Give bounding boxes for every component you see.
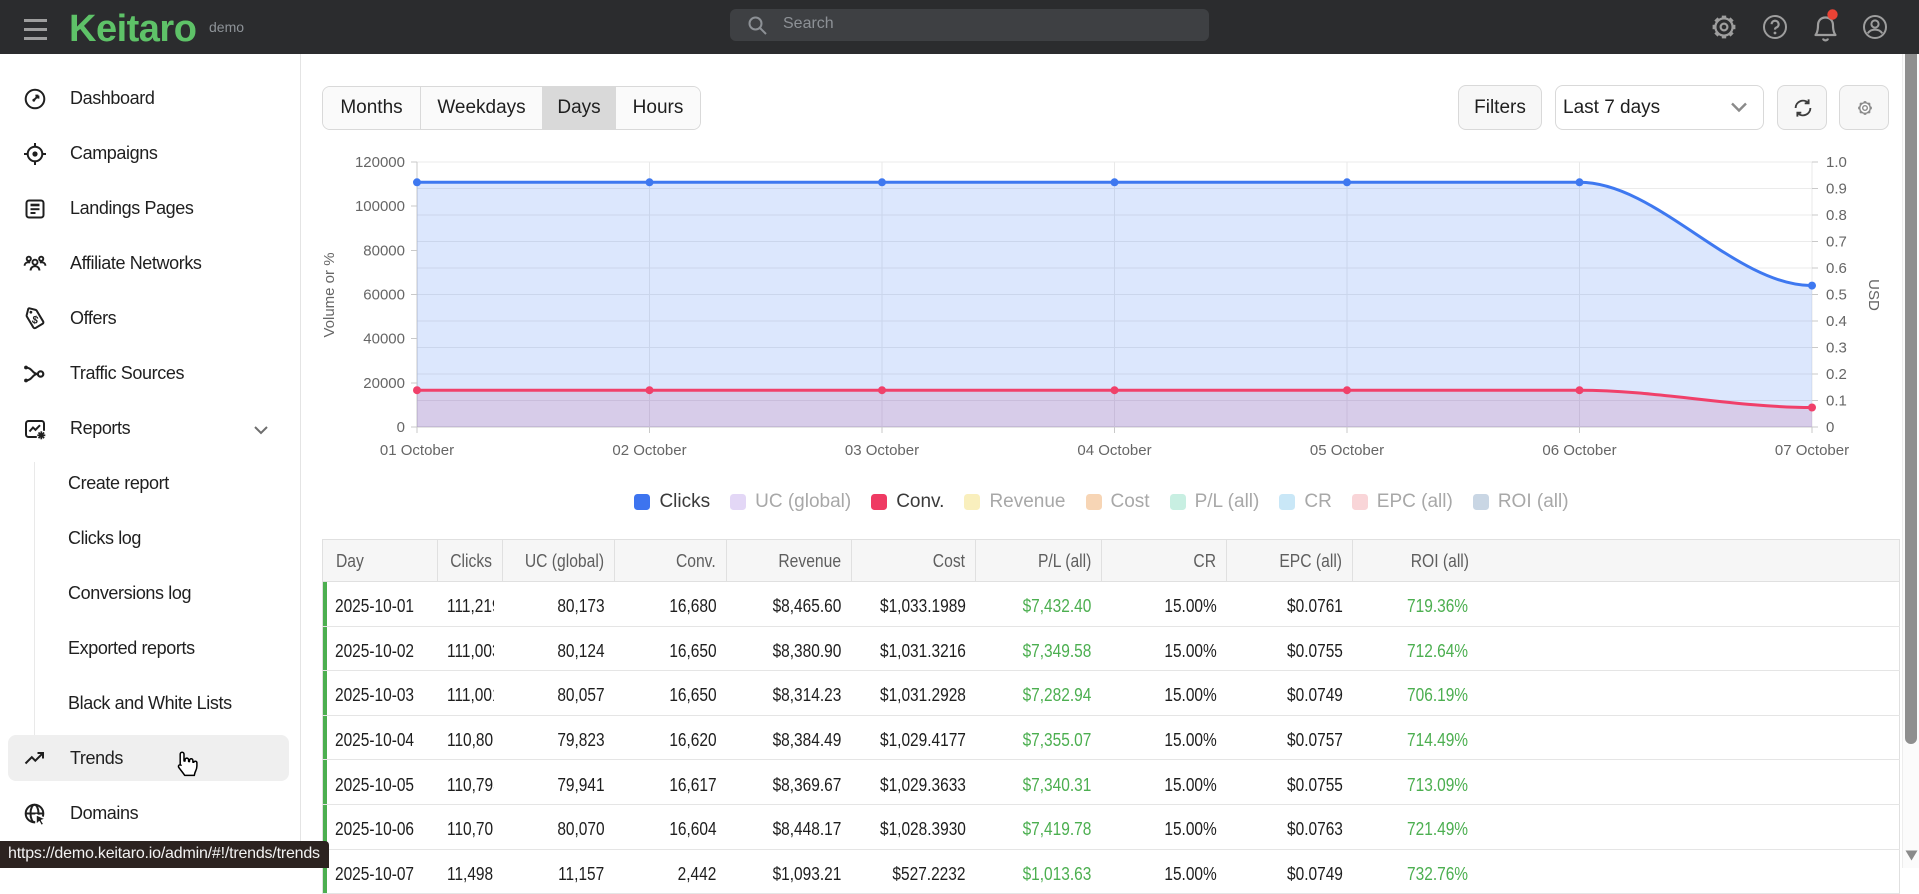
svg-text:0.6: 0.6: [1826, 260, 1847, 277]
svg-text:$: $: [30, 314, 39, 327]
svg-text:0.5: 0.5: [1826, 287, 1847, 304]
svg-text:40000: 40000: [363, 331, 405, 348]
svg-text:01 October: 01 October: [380, 442, 454, 459]
svg-text:05 October: 05 October: [1310, 442, 1384, 459]
svg-text:USD: USD: [1865, 279, 1882, 311]
svg-text:80000: 80000: [363, 242, 405, 259]
svg-text:0: 0: [397, 419, 405, 436]
svg-text:02 October: 02 October: [612, 442, 686, 459]
svg-text:0.8: 0.8: [1826, 207, 1847, 224]
svg-text:0: 0: [1826, 419, 1834, 436]
svg-text:120000: 120000: [355, 154, 405, 171]
svg-text:03 October: 03 October: [845, 442, 919, 459]
svg-text:0.3: 0.3: [1826, 340, 1847, 357]
svg-text:1.0: 1.0: [1826, 154, 1847, 171]
svg-text:100000: 100000: [355, 198, 405, 215]
svg-text:07 October: 07 October: [1775, 442, 1849, 459]
svg-text:0.9: 0.9: [1826, 181, 1847, 198]
svg-text:04 October: 04 October: [1077, 442, 1151, 459]
svg-text:20000: 20000: [363, 375, 405, 392]
svg-text:06 October: 06 October: [1542, 442, 1616, 459]
svg-text:60000: 60000: [363, 287, 405, 304]
svg-text:Volume or %: Volume or %: [321, 252, 338, 337]
svg-text:0.4: 0.4: [1826, 313, 1847, 330]
svg-text:0.2: 0.2: [1826, 366, 1847, 383]
svg-text:0.7: 0.7: [1826, 234, 1847, 251]
svg-text:0.1: 0.1: [1826, 393, 1847, 410]
